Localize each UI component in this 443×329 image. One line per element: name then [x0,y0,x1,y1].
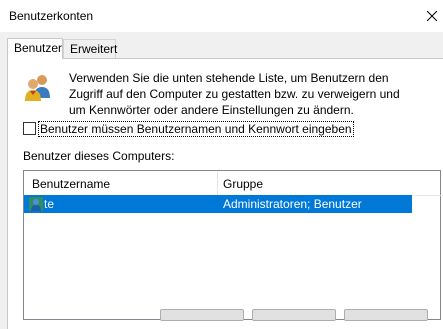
user-accounts-dialog: Benutzerkonten Benutzer Erweitert Verwen… [0,0,443,329]
column-divider[interactable] [217,171,218,195]
remove-button[interactable] [252,309,336,321]
row-group: Administratoren; Benutzer [223,197,362,211]
users-list-label: Benutzer dieses Computers: [23,149,175,163]
window-title: Benutzerkonten [9,9,94,23]
users-icon [25,75,50,101]
users-list[interactable]: Benutzername Gruppe te Administratoren; … [23,170,442,320]
tab-users[interactable]: Benutzer [7,38,63,59]
description-text: Verwenden Sie die unten stehende Liste, … [69,71,400,117]
tab-advanced-label: Erweitert [70,42,118,56]
close-icon [427,11,437,21]
user-icon [29,197,43,211]
tab-users-label: Benutzer [14,41,63,55]
table-row[interactable]: te Administratoren; Benutzer [24,195,412,213]
checkbox-label[interactable]: Benutzer müssen Benutzernamen und Kennwo… [38,121,354,137]
add-button[interactable] [160,309,244,321]
close-button[interactable] [403,0,443,32]
column-header-username[interactable]: Benutzername [32,177,110,191]
tab-advanced[interactable]: Erweitert [63,39,118,58]
row-username: te [44,197,55,211]
properties-button[interactable] [344,309,428,321]
checkbox-box[interactable] [23,122,36,135]
list-header: Benutzername Gruppe [24,171,442,196]
titlebar: Benutzerkonten [0,0,443,32]
column-header-group[interactable]: Gruppe [223,177,263,191]
